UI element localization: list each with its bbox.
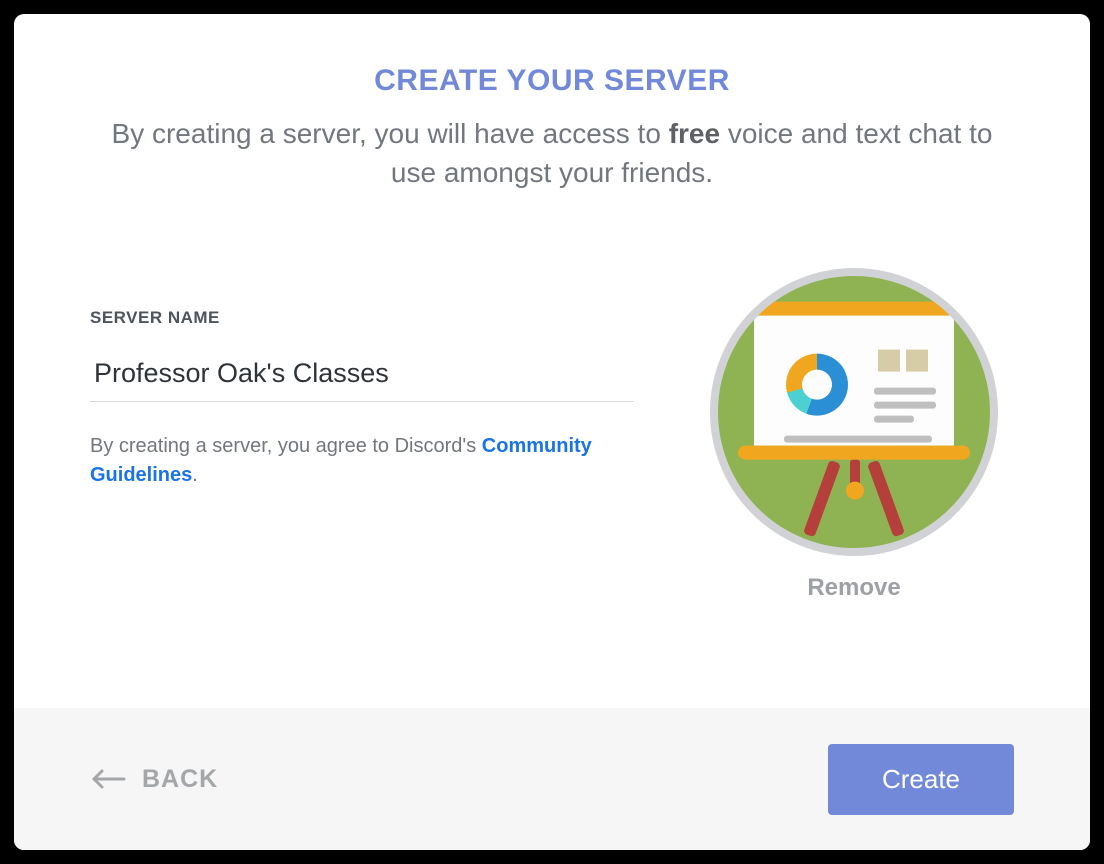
back-button-label: BACK	[142, 765, 218, 794]
modal-subtitle: By creating a server, you will have acce…	[90, 114, 1014, 192]
create-button[interactable]: Create	[828, 744, 1014, 815]
agree-prefix: By creating a server, you agree to Disco…	[90, 435, 482, 457]
content-row: SERVER NAME By creating a server, you ag…	[90, 268, 1014, 602]
remove-avatar-button[interactable]: Remove	[807, 574, 900, 602]
agreement-text: By creating a server, you agree to Disco…	[90, 432, 634, 490]
presentation-icon	[744, 302, 964, 532]
avatar-column: Remove	[694, 268, 1014, 602]
modal-footer: BACK Create	[14, 708, 1090, 850]
subtitle-bold: free	[669, 118, 720, 149]
server-avatar-upload[interactable]	[710, 268, 998, 556]
create-server-modal: CREATE YOUR SERVER By creating a server,…	[14, 14, 1090, 850]
subtitle-text-before: By creating a server, you will have acce…	[112, 118, 669, 149]
back-button[interactable]: BACK	[90, 761, 218, 797]
server-name-label: SERVER NAME	[90, 308, 634, 328]
arrow-left-icon	[90, 761, 126, 797]
modal-title: CREATE YOUR SERVER	[90, 64, 1014, 98]
server-name-input[interactable]	[90, 346, 634, 402]
agree-suffix: .	[192, 464, 198, 486]
modal-body: CREATE YOUR SERVER By creating a server,…	[14, 14, 1090, 708]
form-column: SERVER NAME By creating a server, you ag…	[90, 268, 634, 490]
